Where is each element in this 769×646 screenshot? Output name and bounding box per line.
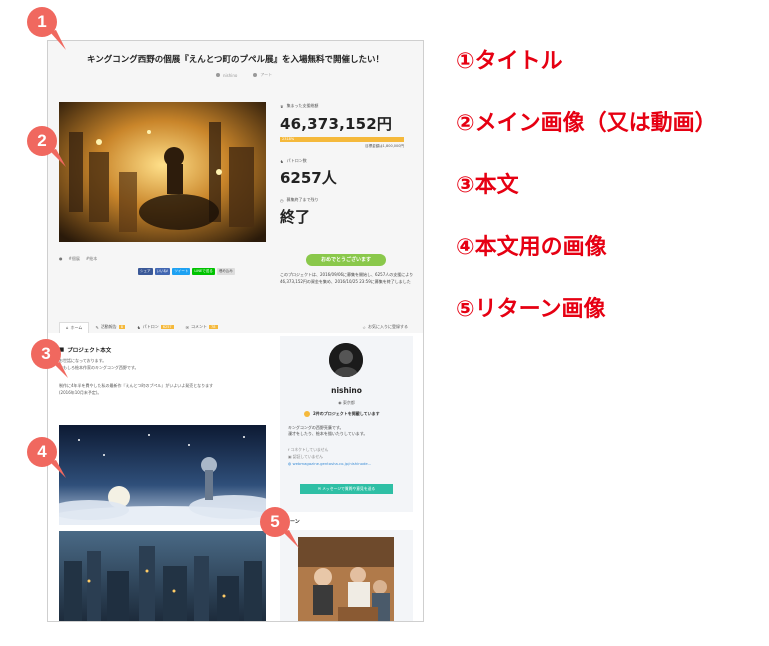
supporters-label: ♞ パトロン数 — [280, 158, 307, 164]
facebook-share-button[interactable]: シェア — [138, 268, 153, 275]
user-icon — [216, 73, 220, 77]
remaining-label: ◷ 募集終了まで残り — [280, 197, 319, 203]
tab-count: 8 — [118, 325, 126, 329]
raised-amount: 46,373,152円 — [280, 115, 393, 133]
return-image-photo — [298, 537, 394, 621]
patron-icon: ♞ — [137, 324, 141, 330]
legend-body-image: ④本文用の画像 — [456, 235, 607, 260]
owner-location: ◉ 東京都 — [338, 400, 355, 405]
project-summary: このプロジェクトは、2016/09/06に募集を開始し、6257人の支援により4… — [280, 272, 414, 284]
tab-count: 78 — [209, 325, 218, 329]
marker-4: 4 — [26, 436, 66, 478]
legend-return-image: ⑤リターン画像 — [456, 297, 606, 322]
body-image-night-sky — [59, 425, 266, 525]
tag-item[interactable]: #絵本 — [86, 256, 97, 262]
share-buttons: シェア いいね! ツイート LINEで送る 埋め込み — [138, 268, 235, 275]
verification-status: ▣ 認証していません — [288, 454, 323, 459]
progress-fill — [280, 137, 404, 142]
legend-body: ③本文 — [456, 173, 519, 198]
owner-card: nishino ◉ 東京都 2件のプロジェクトを掲載しています キングコングの西… — [280, 336, 413, 512]
annotation-legend: ①タイトル ②メイン画像（又は動画） ③本文 ④本文用の画像 ⑤リターン画像 — [456, 50, 717, 360]
home-icon: ⌂ — [66, 325, 69, 330]
patron-icon: ♞ — [280, 158, 284, 164]
marker-1-number: 1 — [37, 12, 47, 31]
project-page-screenshot: キングコング西野の個展『えんとつ町のプペル展』を入場無料で開催したい！ nish… — [47, 40, 424, 622]
body-text-intro: お世話になっております。 おもしろ絵本作家のキングコング西野です。 — [59, 358, 139, 370]
tag-item[interactable]: #個展 — [69, 256, 80, 262]
marker-2: 2 — [26, 125, 66, 167]
project-tags: ● #個展 #絵本 — [59, 256, 97, 262]
owner-intro: キングコングの西野亮廣です。 漫才をしたり、絵本を描いたりしています。 — [288, 425, 368, 436]
facebook-status: f コネクトしていません — [288, 447, 329, 452]
tweet-button[interactable]: ツイート — [172, 268, 191, 275]
tab-count: 6257 — [160, 325, 174, 329]
marker-5: 5 — [259, 506, 299, 548]
congrats-button[interactable]: おめでとうございます — [306, 254, 386, 266]
marker-3: 3 — [30, 338, 68, 378]
embed-button[interactable]: 埋め込み — [216, 268, 235, 275]
marker-2-number: 2 — [37, 131, 47, 150]
marker-4-number: 4 — [37, 442, 47, 461]
tab-comments[interactable]: ✉ コメント 78 — [180, 322, 224, 332]
return-image — [298, 537, 394, 621]
category-link[interactable]: アート — [253, 72, 272, 78]
tab-reports[interactable]: ✎ 活動報告 8 — [89, 322, 131, 332]
owner-avatar[interactable] — [329, 343, 363, 377]
main-image[interactable] — [59, 102, 266, 242]
project-title: キングコング西野の個展『えんとつ町のプペル展』を入場無料で開催したい！ — [87, 55, 384, 65]
stats-panel: ♛ 集まった支援総額 46,373,152円 2318% 目標金額は1,800,0… — [280, 103, 420, 227]
line-share-button[interactable]: LINEで送る — [192, 268, 215, 275]
star-icon: ☆ — [362, 324, 366, 330]
owner-projects-badge[interactable]: 2件のプロジェクトを掲載しています — [304, 411, 380, 417]
body-heading: ■ プロジェクト本文 — [59, 347, 112, 354]
progress-bar: 2318% — [280, 137, 404, 142]
legend-main-image: ②メイン画像（又は動画） — [456, 111, 717, 136]
legend-title: ①タイトル — [456, 49, 563, 74]
tag-icon: ● — [59, 256, 63, 261]
body-image-city — [59, 531, 266, 621]
main-image-illustration — [59, 102, 266, 242]
target-amount: 目標金額は1,800,000円 — [365, 144, 404, 148]
marker-1: 1 — [26, 6, 66, 50]
comment-icon: ✉ — [185, 324, 190, 330]
marker-3-number: 3 — [41, 344, 51, 363]
clock-icon: ◷ — [280, 197, 284, 203]
project-tabs: ⌂ ホーム ✎ 活動報告 8 ♞ パトロン 6257 ✉ コメント 78 ☆ お気に入りに登録す… — [59, 321, 414, 333]
author-link[interactable]: nishino — [216, 72, 237, 78]
tab-patrons[interactable]: ♞ パトロン 6257 — [131, 322, 180, 332]
facebook-like-button[interactable]: いいね! — [154, 268, 171, 275]
tag-icon — [253, 73, 258, 77]
badge-icon — [304, 411, 310, 417]
owner-name[interactable]: nishino — [280, 386, 413, 395]
avatar-photo — [329, 343, 363, 377]
owner-links: f コネクトしていません ▣ 認証していません ◍ webmagazine.ge… — [288, 446, 371, 467]
trophy-icon: ♛ — [280, 103, 284, 109]
report-icon: ✎ — [95, 324, 99, 330]
body-image — [59, 531, 266, 621]
progress-percent: 2318% — [282, 137, 295, 141]
body-text-main: 制作に4年半を費やした私の最新作『えんとつ町のプペル』がいよいよ発売となります … — [59, 383, 214, 395]
project-meta: nishino アート — [216, 72, 272, 78]
body-image — [59, 425, 266, 525]
project-body: ■ プロジェクト本文 お世話になっております。 おもしろ絵本作家のキングコング西野… — [59, 346, 269, 396]
raised-label: ♛ 集まった支援総額 — [280, 103, 319, 109]
favorite-link[interactable]: ☆ お気に入りに登録する — [356, 322, 414, 332]
tab-home[interactable]: ⌂ ホーム — [59, 321, 90, 333]
return-card[interactable] — [280, 530, 413, 621]
send-message-button[interactable]: ✉ メッセージで質問や意見を送る — [300, 484, 393, 494]
owner-website-link[interactable]: ◍ webmagazine.gentosha.co.jp/nishinode..… — [288, 460, 371, 467]
supporters-count: 6257人 — [280, 169, 337, 187]
remaining-value: 終了 — [280, 208, 311, 226]
marker-5-number: 5 — [270, 512, 280, 531]
